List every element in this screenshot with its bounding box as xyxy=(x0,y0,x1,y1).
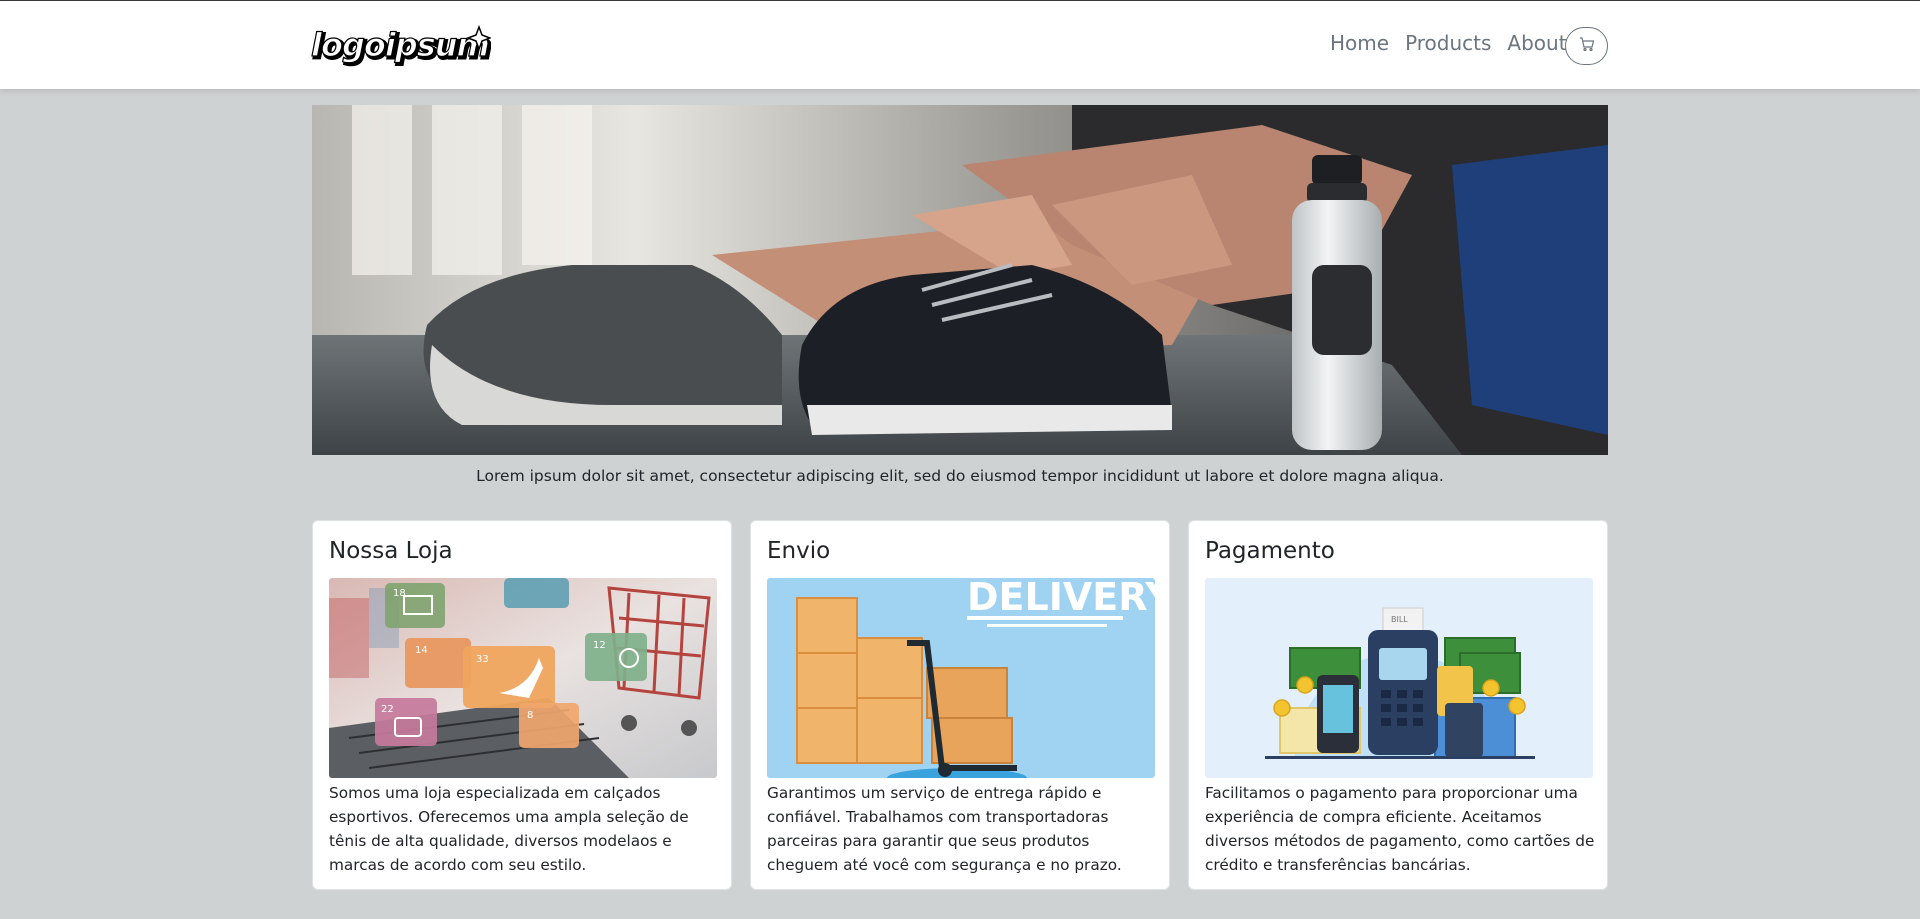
card-text: Somos uma loja especializada em calçados… xyxy=(329,784,689,874)
card-text: Garantimos um serviço de entrega rápido … xyxy=(767,784,1122,874)
svg-text:BILL: BILL xyxy=(1391,615,1408,624)
card-image-delivery: DELIVERY xyxy=(767,578,1155,778)
cart-icon xyxy=(1579,36,1595,56)
card-title: Pagamento xyxy=(1205,538,1335,564)
svg-text:8: 8 xyxy=(527,710,533,721)
hero-caption: Lorem ipsum dolor sit amet, consectetur … xyxy=(476,467,1444,485)
svg-text:12: 12 xyxy=(593,640,606,651)
brand-logo[interactable]: logoipsum logoipsum xyxy=(310,21,493,71)
nav-links: Home Products About xyxy=(1330,29,1567,57)
card-title: Envio xyxy=(767,538,831,564)
nav-about-link[interactable]: About xyxy=(1507,29,1566,57)
nav-home-link[interactable]: Home xyxy=(1330,29,1389,57)
nav-products-link[interactable]: Products xyxy=(1405,29,1491,57)
svg-text:14: 14 xyxy=(415,645,428,656)
card-image-payment: BILL xyxy=(1205,578,1593,778)
card-image-store: 18 14 33 12 22 8 xyxy=(329,578,717,778)
navbar: logoipsum logoipsum Home Products About xyxy=(0,1,1920,89)
card-pagamento: Pagamento BILL Facilitamos o pagamento p… xyxy=(1188,520,1608,890)
delivery-banner-text: DELIVERY xyxy=(967,578,1155,619)
svg-text:33: 33 xyxy=(476,654,489,665)
card-title: Nossa Loja xyxy=(329,538,453,564)
cart-button[interactable] xyxy=(1565,27,1608,65)
svg-text:22: 22 xyxy=(381,704,394,715)
logo-text: logoipsum xyxy=(311,26,489,64)
hero-image xyxy=(312,105,1608,455)
card-envio: Envio DELIVERY Garantimos um serviço de … xyxy=(750,520,1170,890)
card-nossa-loja: Nossa Loja 18 14 33 12 22 8 Somos uma lo… xyxy=(312,520,732,890)
card-text: Facilitamos o pagamento para proporciona… xyxy=(1205,784,1595,874)
